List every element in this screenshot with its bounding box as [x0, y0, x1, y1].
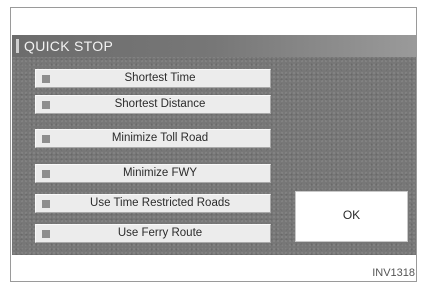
option-label: Use Time Restricted Roads [90, 197, 230, 209]
checkbox-icon [42, 230, 50, 238]
option-shortest-time[interactable]: Shortest Time [35, 69, 271, 88]
option-label: Use Ferry Route [117, 227, 203, 239]
option-label: Shortest Distance [114, 98, 206, 110]
page: QUICK STOP Shortest Time Shortest Distan… [0, 0, 423, 287]
checkbox-icon [42, 75, 50, 83]
option-minimize-fwy[interactable]: Minimize FWY [35, 164, 271, 183]
title-accent-bar [16, 39, 19, 53]
option-use-time-restricted-roads[interactable]: Use Time Restricted Roads [35, 194, 271, 213]
screen-title: QUICK STOP [24, 38, 114, 54]
checkbox-icon [42, 170, 50, 178]
ok-button[interactable]: OK [295, 191, 408, 242]
option-use-ferry-route[interactable]: Use Ferry Route [35, 224, 271, 243]
option-label: Minimize FWY [122, 167, 198, 179]
figure-code: INV1318 [372, 267, 415, 279]
option-shortest-distance[interactable]: Shortest Distance [35, 95, 271, 114]
option-label: Shortest Time [124, 72, 196, 84]
nav-screen: QUICK STOP Shortest Time Shortest Distan… [12, 35, 416, 255]
title-bar: QUICK STOP [12, 35, 416, 57]
ok-button-label: OK [342, 208, 361, 222]
checkbox-icon [42, 101, 50, 109]
checkbox-icon [42, 135, 50, 143]
checkbox-icon [42, 200, 50, 208]
option-minimize-toll-road[interactable]: Minimize Toll Road [35, 129, 271, 148]
option-label: Minimize Toll Road [111, 132, 209, 144]
